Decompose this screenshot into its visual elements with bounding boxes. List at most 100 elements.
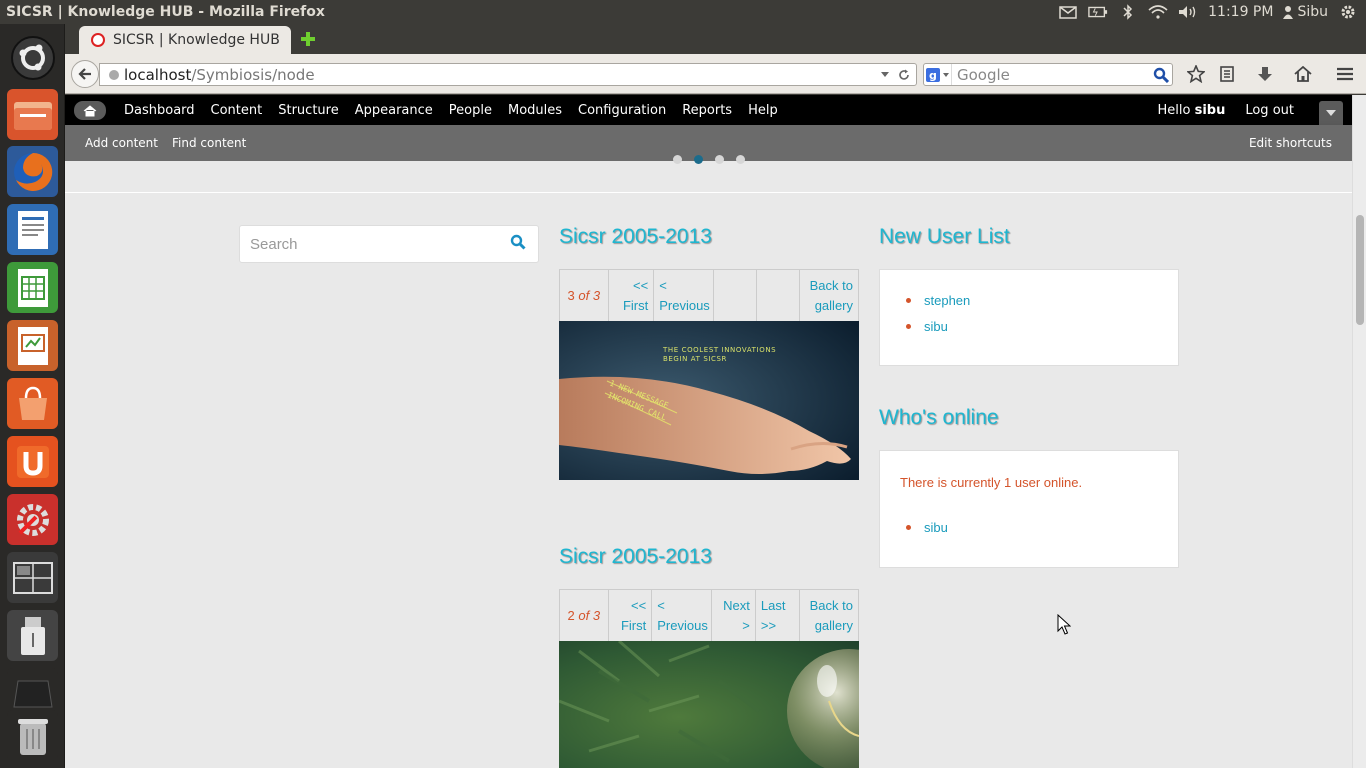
edit-shortcuts-link[interactable]: Edit shortcuts <box>1249 136 1352 150</box>
dash-home-icon[interactable] <box>7 32 58 83</box>
admin-menu-reports[interactable]: Reports <box>674 103 740 118</box>
image-caption-line1: THE COOLEST INNOVATIONS <box>662 346 776 354</box>
downloads-icon[interactable] <box>1255 64 1275 84</box>
reload-icon[interactable] <box>898 69 910 81</box>
navigation-toolbar: localhost/Symbiosis/node g Google <box>65 54 1366 94</box>
scrollbar-thumb[interactable] <box>1356 215 1364 325</box>
clock[interactable]: 11:19 PM <box>1208 4 1273 20</box>
new-tab-plus-icon[interactable] <box>300 31 316 47</box>
pager-previous-link[interactable]: < Previous <box>652 590 713 641</box>
bookmarks-list-icon[interactable] <box>1217 64 1237 84</box>
gallery-image-bulb[interactable] <box>559 641 859 768</box>
admin-menu-help[interactable]: Help <box>740 103 786 118</box>
gallery-title[interactable]: Sicsr 2005-2013 <box>559 545 712 569</box>
pager-back-line1: Back to <box>809 277 853 293</box>
pager-last-arrows: >> <box>760 617 777 633</box>
writer-icon[interactable] <box>7 204 58 255</box>
volume-icon[interactable] <box>1178 4 1198 20</box>
gallery-title[interactable]: Sicsr 2005-2013 <box>559 225 712 249</box>
pager-first-link[interactable]: << First <box>609 590 653 641</box>
pager-next-arrow: > <box>742 617 750 633</box>
find-content-link[interactable]: Find content <box>158 136 246 150</box>
add-content-link[interactable]: Add content <box>65 136 158 150</box>
top-panel: SICSR | Knowledge HUB - Mozilla Firefox … <box>0 0 1366 24</box>
slide-dot[interactable] <box>673 155 682 164</box>
logout-link[interactable]: Log out <box>1245 103 1294 118</box>
pager-count-current: 2 <box>567 607 575 623</box>
web-search-placeholder: Google <box>957 65 1010 84</box>
pager-back-link[interactable]: Back to gallery <box>800 590 858 641</box>
page-scrollbar[interactable] <box>1352 95 1366 768</box>
search-icon[interactable] <box>1150 67 1172 83</box>
hello-user: Hello sibu <box>1157 103 1225 118</box>
search-engine-icon[interactable]: g <box>924 64 952 85</box>
admin-menu-configuration[interactable]: Configuration <box>570 103 674 118</box>
pager-last-link[interactable]: Last >> <box>756 590 800 641</box>
workspace-switcher-icon[interactable] <box>7 552 58 603</box>
software-center-icon[interactable] <box>7 378 58 429</box>
pager-count-of: of <box>578 607 590 623</box>
user-link-stephen[interactable]: stephen <box>906 292 1178 318</box>
web-search-bar[interactable]: g Google <box>923 63 1173 86</box>
slide-dot[interactable] <box>736 155 745 164</box>
admin-user-area: Hello sibu Log out <box>1157 95 1294 125</box>
admin-menu-structure[interactable]: Structure <box>270 103 346 118</box>
url-bar[interactable]: localhost/Symbiosis/node <box>99 63 917 86</box>
hello-username[interactable]: sibu <box>1195 103 1226 118</box>
admin-toolbar: Dashboard Content Structure Appearance P… <box>65 95 1352 125</box>
impress-icon[interactable] <box>7 320 58 371</box>
slide-dot-active[interactable] <box>694 155 703 164</box>
system-settings-icon[interactable] <box>7 494 58 545</box>
new-users-title: New User List <box>879 225 1010 248</box>
calc-icon[interactable] <box>7 262 58 313</box>
admin-menu-content[interactable]: Content <box>203 103 271 118</box>
house-icon <box>83 104 97 116</box>
site-search-input[interactable]: Search <box>239 225 539 263</box>
bluetooth-icon[interactable] <box>1118 4 1138 20</box>
mail-icon[interactable] <box>1058 4 1078 20</box>
pager-previous-link[interactable]: < Previous <box>654 270 715 321</box>
back-arrow-icon <box>78 68 91 80</box>
admin-menu-appearance[interactable]: Appearance <box>347 103 441 118</box>
pager-first-link[interactable]: << First <box>609 270 655 321</box>
favicon-icon <box>91 33 105 47</box>
online-status-text: There is currently 1 user online. <box>900 475 1083 490</box>
slide-dot[interactable] <box>715 155 724 164</box>
user-indicator[interactable]: Sibu <box>1283 4 1328 20</box>
admin-menu: Dashboard Content Structure Appearance P… <box>116 95 786 125</box>
back-button[interactable] <box>71 60 99 88</box>
admin-home-button[interactable] <box>74 101 106 120</box>
tab-active[interactable]: SICSR | Knowledge HUB <box>79 26 291 54</box>
search-icon[interactable] <box>510 234 526 254</box>
pager-back-link[interactable]: Back to gallery <box>800 270 858 321</box>
pager-next-link[interactable]: Next > <box>712 590 756 641</box>
trash-icon[interactable] <box>7 710 58 761</box>
wifi-icon[interactable] <box>1148 4 1168 20</box>
tab-title: SICSR | Knowledge HUB <box>113 32 280 48</box>
admin-menu-modules[interactable]: Modules <box>500 103 570 118</box>
ubuntu-one-icon[interactable] <box>7 436 58 487</box>
pager-back-line1: Back to <box>809 597 853 613</box>
files-icon[interactable] <box>7 89 58 140</box>
globe-icon <box>109 69 119 80</box>
online-user-link[interactable]: sibu <box>906 519 1178 545</box>
menu-hamburger-icon[interactable] <box>1335 64 1355 84</box>
gallery-image-hand[interactable]: 1 NEW MESSAGE INCOMING CALL THE COOLEST … <box>559 321 859 480</box>
pager-first-arrows: << <box>631 597 647 613</box>
home-icon[interactable] <box>1293 64 1313 84</box>
gallery-pager: 2 of 3 << First < Previous Next > Last >> Ba… <box>559 589 859 642</box>
pager-first-arrows: << <box>633 277 649 293</box>
chevron-down-icon <box>1326 110 1336 116</box>
shortcuts-toggle-button[interactable] <box>1319 101 1343 125</box>
web-page: Dashboard Content Structure Appearance P… <box>65 95 1352 768</box>
firefox-icon[interactable] <box>7 146 58 197</box>
bookmark-star-icon[interactable] <box>1186 64 1206 84</box>
usb-drive-icon[interactable] <box>7 610 58 661</box>
admin-menu-dashboard[interactable]: Dashboard <box>116 103 203 118</box>
admin-menu-people[interactable]: People <box>441 103 500 118</box>
user-link-sibu[interactable]: sibu <box>906 318 1178 344</box>
url-dropdown-icon[interactable] <box>880 69 890 79</box>
whos-online-box: There is currently 1 user online. sibu <box>879 450 1179 568</box>
settings-gear-icon[interactable] <box>1338 4 1358 20</box>
battery-icon[interactable] <box>1088 4 1108 20</box>
